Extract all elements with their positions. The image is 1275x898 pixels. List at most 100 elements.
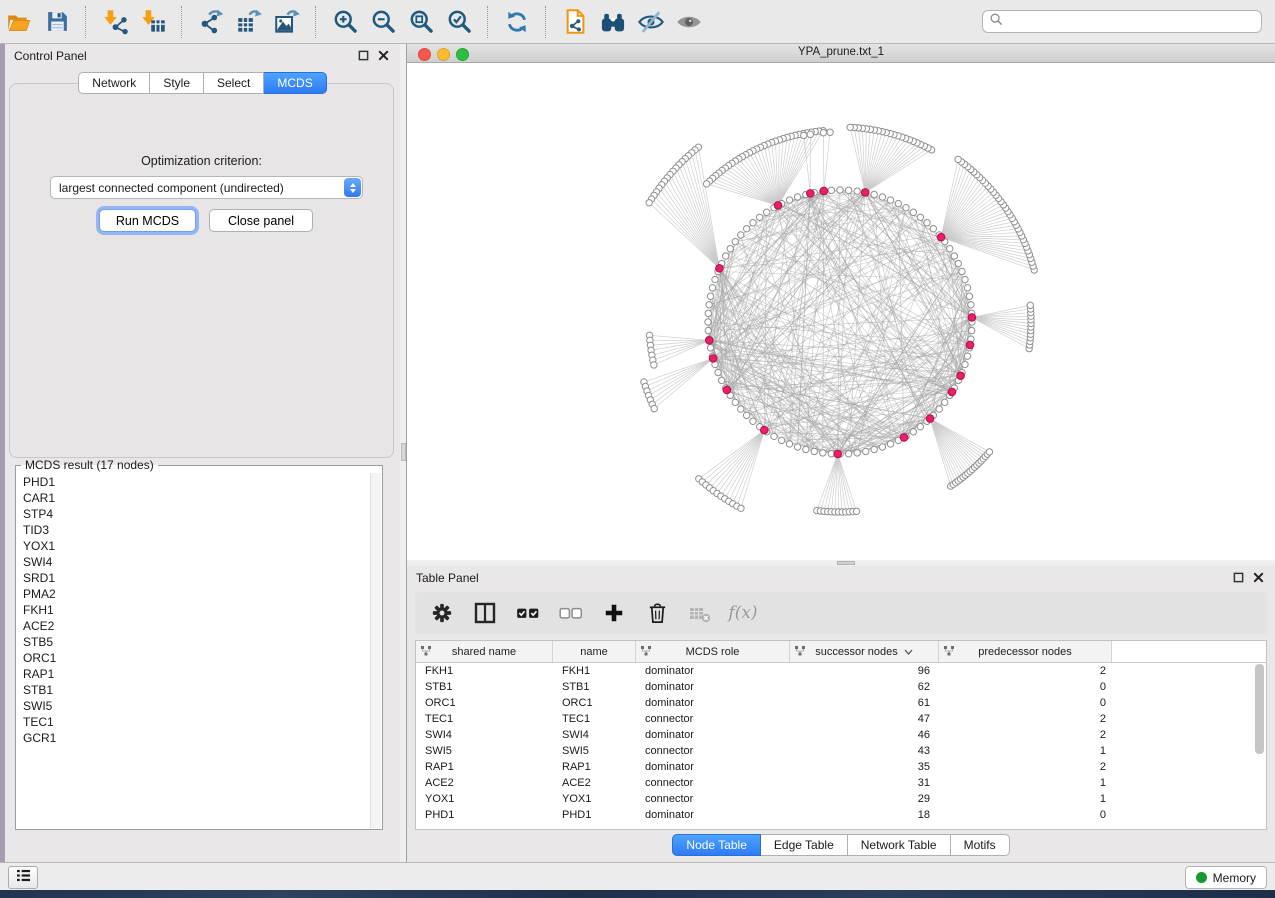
cell-name: ORC1	[553, 697, 636, 709]
table-scrollbar[interactable]	[1255, 664, 1264, 828]
mcds-result-item[interactable]: RAP1	[18, 666, 370, 682]
close-panel-icon[interactable]	[1252, 571, 1265, 584]
toolbar-separator	[315, 6, 317, 38]
zoom-selected-icon	[446, 8, 473, 35]
cell-successor-nodes: 61	[790, 697, 939, 709]
open-file-button[interactable]	[3, 6, 35, 38]
column-header-mcds-role[interactable]: MCDS role	[636, 641, 790, 662]
search-input[interactable]	[1004, 12, 1261, 32]
mcds-result-item[interactable]: SRD1	[18, 570, 370, 586]
network-graph[interactable]	[407, 63, 1275, 560]
hide-selected-button[interactable]	[635, 6, 667, 38]
unselect-all-button[interactable]	[558, 600, 584, 626]
table-row[interactable]: ACE2ACE2connector311	[416, 775, 1266, 791]
table-row[interactable]: RAP1RAP1dominator352	[416, 759, 1266, 775]
cell-name: SWI4	[553, 729, 636, 741]
cell-mcds-role: dominator	[636, 729, 790, 741]
run-mcds-button[interactable]: Run MCDS	[99, 209, 196, 232]
column-header-shared-name[interactable]: shared name	[416, 641, 553, 662]
cell-name: TEC1	[553, 713, 636, 725]
mcds-result-item[interactable]: STB1	[18, 682, 370, 698]
binoculars-icon	[599, 8, 627, 36]
table-row[interactable]: YOX1YOX1connector291	[416, 791, 1266, 807]
tab-mcds[interactable]: MCDS	[264, 72, 326, 94]
refresh-layout-button[interactable]	[501, 6, 533, 38]
mcds-result-item[interactable]: TEC1	[18, 714, 370, 730]
column-header-successor-nodes[interactable]: successor nodes	[790, 641, 939, 662]
memory-button[interactable]: Memory	[1185, 866, 1267, 889]
tab-node-table[interactable]: Node Table	[672, 834, 761, 856]
table-row[interactable]: SWI5SWI5connector431	[416, 743, 1266, 759]
zoom-selected-button[interactable]	[443, 6, 475, 38]
export-image-button[interactable]	[271, 6, 303, 38]
node-table: shared namename MCDS role successor nodes p…	[415, 640, 1267, 830]
column-header-name[interactable]: name	[553, 641, 636, 662]
mcds-result-item[interactable]: STB5	[18, 634, 370, 650]
add-column-button[interactable]	[601, 600, 627, 626]
split-panel-button[interactable]	[472, 600, 498, 626]
horizontal-splitter-handle[interactable]	[837, 561, 855, 565]
tab-select[interactable]: Select	[204, 72, 264, 94]
column-header-label: successor nodes	[815, 646, 898, 658]
show-all-button[interactable]	[673, 6, 705, 38]
table-row[interactable]: FKH1FKH1dominator962	[416, 663, 1266, 679]
search-network-button[interactable]	[597, 6, 629, 38]
delete-column-button[interactable]	[644, 600, 670, 626]
tab-edge-table[interactable]: Edge Table	[761, 834, 848, 856]
network-search-field[interactable]	[982, 10, 1262, 33]
mcds-result-item[interactable]: SWI4	[18, 554, 370, 570]
mcds-result-item[interactable]: GCR1	[18, 730, 370, 746]
task-history-button[interactable]	[8, 866, 38, 889]
float-panel-icon[interactable]	[357, 49, 370, 62]
table-row[interactable]: STB1STB1dominator620	[416, 679, 1266, 695]
cell-name: ACE2	[553, 777, 636, 789]
mcds-result-item[interactable]: ORC1	[18, 650, 370, 666]
vertical-splitter[interactable]	[400, 44, 407, 862]
tab-network-table[interactable]: Network Table	[848, 834, 951, 856]
table-header-row: shared namename MCDS role successor nodes p…	[416, 641, 1266, 663]
mcds-result-item[interactable]: FKH1	[18, 602, 370, 618]
mcds-result-item[interactable]: PMA2	[18, 586, 370, 602]
column-header-label: MCDS role	[686, 646, 740, 658]
column-type-icon	[795, 646, 805, 659]
mcds-result-item[interactable]: YOX1	[18, 538, 370, 554]
import-table-button[interactable]	[137, 6, 169, 38]
tab-motifs[interactable]: Motifs	[951, 834, 1010, 856]
mcds-result-item[interactable]: STP4	[18, 506, 370, 522]
zoom-fit-button[interactable]	[405, 6, 437, 38]
column-header-predecessor-nodes[interactable]: predecessor nodes	[939, 641, 1112, 662]
tab-style[interactable]: Style	[150, 72, 204, 94]
table-scrollbar-thumb[interactable]	[1255, 664, 1264, 754]
zoom-out-button[interactable]	[367, 6, 399, 38]
mcds-result-item[interactable]: SWI5	[18, 698, 370, 714]
network-view-canvas[interactable]	[407, 63, 1275, 560]
mcds-result-item[interactable]: CAR1	[18, 490, 370, 506]
table-row[interactable]: PHD1PHD1dominator180	[416, 807, 1266, 823]
tab-network[interactable]: Network	[78, 72, 150, 94]
mcds-result-item[interactable]: ACE2	[18, 618, 370, 634]
table-options-button[interactable]	[429, 600, 455, 626]
network-window-titlebar[interactable]: YPA_prune.txt_1	[407, 44, 1275, 63]
save-session-button[interactable]	[41, 6, 73, 38]
import-network-button[interactable]	[99, 6, 131, 38]
cell-mcds-role: connector	[636, 713, 790, 725]
zoom-in-button[interactable]	[329, 6, 361, 38]
cell-shared-name: ACE2	[416, 777, 553, 789]
select-all-button[interactable]	[515, 600, 541, 626]
table-row[interactable]: SWI4SWI4dominator462	[416, 727, 1266, 743]
mcds-result-item[interactable]: PHD1	[18, 474, 370, 490]
close-panel-icon[interactable]	[377, 49, 390, 62]
table-panel-title: Table Panel	[416, 571, 479, 585]
control-panel-tabs: NetworkStyleSelectMCDS	[5, 72, 400, 94]
float-panel-icon[interactable]	[1232, 571, 1245, 584]
network-from-file-button[interactable]	[559, 6, 591, 38]
export-table-button[interactable]	[233, 6, 265, 38]
export-network-button[interactable]	[195, 6, 227, 38]
table-row[interactable]: TEC1TEC1connector472	[416, 711, 1266, 727]
criterion-dropdown[interactable]: largest connected component (undirected)	[50, 176, 363, 199]
vertical-splitter-handle[interactable]	[401, 443, 406, 461]
close-panel-button[interactable]: Close panel	[209, 209, 313, 232]
mcds-result-item[interactable]: TID3	[18, 522, 370, 538]
mcds-list-scrollbar[interactable]	[370, 473, 381, 828]
table-row[interactable]: ORC1ORC1dominator610	[416, 695, 1266, 711]
